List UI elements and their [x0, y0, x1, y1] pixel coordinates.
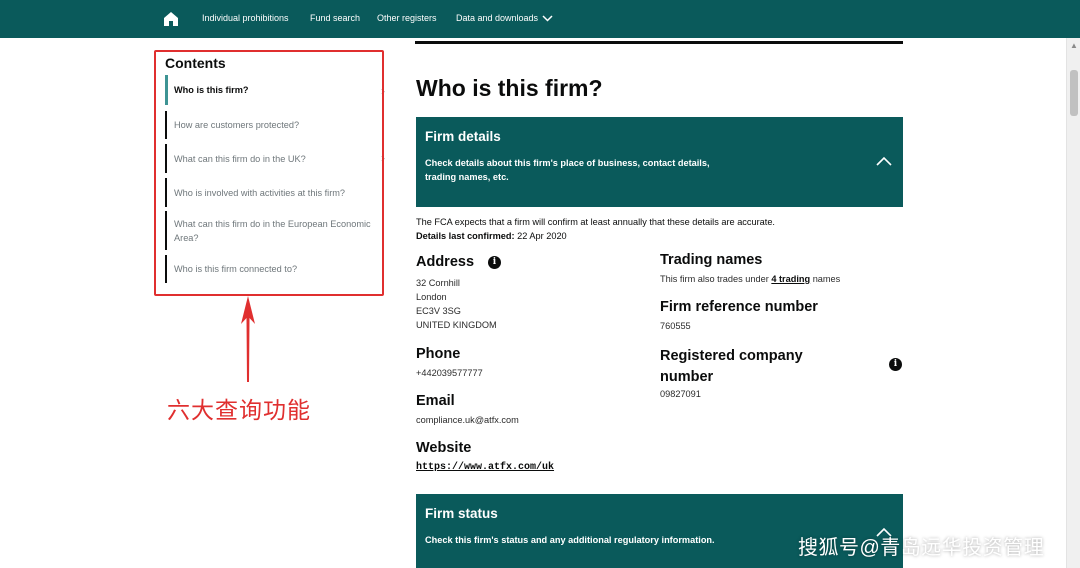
firm-details-title: Firm details: [425, 129, 501, 144]
address-line: UNITED KINGDOM: [416, 320, 497, 330]
info-icon[interactable]: i: [488, 256, 501, 269]
firm-details-desc-line: Check details about this firm's place of…: [425, 158, 710, 168]
trading-suffix: names: [812, 274, 841, 284]
address-heading: Address: [416, 254, 475, 270]
company-number-value: 09827091: [660, 389, 701, 399]
toc-european-economic-area[interactable]: What can this firm do in the European Ec…: [165, 211, 378, 250]
email-value: compliance.uk@atfx.com: [416, 415, 519, 425]
firm-status-title: Firm status: [425, 506, 498, 521]
address-line: 32 Cornhill: [416, 278, 460, 288]
firm-status-description: Check this firm's status and any additio…: [425, 535, 715, 545]
firm-details-desc-line: trading names, etc.: [425, 172, 509, 182]
chevron-up-icon[interactable]: [876, 156, 892, 166]
nav-fund-search[interactable]: Fund search: [310, 13, 360, 23]
chevron-right-icon: ›: [381, 151, 385, 165]
annotation-label: 六大查询功能: [167, 397, 311, 423]
website-link[interactable]: https://www.atfx.com/uk: [416, 462, 554, 473]
scrollbar[interactable]: ▲: [1066, 38, 1080, 568]
divider: [415, 41, 903, 44]
phone-value: +442039577777: [416, 368, 483, 378]
toc-connected-to[interactable]: Who is this firm connected to?: [165, 255, 378, 283]
confirmed-label: Details last confirmed:: [416, 231, 515, 241]
scrollbar-thumb[interactable]: [1070, 70, 1078, 116]
nav-data-and-downloads[interactable]: Data and downloads: [456, 13, 553, 23]
info-icon[interactable]: i: [889, 358, 902, 371]
company-number-heading-line: Registered company: [660, 348, 803, 364]
toc-what-can-firm-do-uk[interactable]: What can this firm do in the UK?: [165, 144, 378, 173]
nav-other-registers[interactable]: Other registers: [377, 13, 437, 23]
scroll-up-icon[interactable]: ▲: [1070, 42, 1078, 50]
top-navigation: Individual prohibitions Fund search Othe…: [0, 0, 1080, 38]
chevron-down-icon: [542, 14, 553, 22]
trading-prefix: This firm also trades under: [660, 274, 769, 284]
company-number-heading-line: number: [660, 369, 714, 385]
trading-names-heading: Trading names: [660, 252, 763, 268]
website-heading: Website: [416, 440, 472, 456]
address-line: London: [416, 292, 447, 302]
address-line: EC3V 3SG: [416, 306, 461, 316]
nav-individual-prohibitions[interactable]: Individual prohibitions: [202, 13, 289, 23]
home-icon[interactable]: [163, 11, 179, 27]
toc-customers-protected[interactable]: How are customers protected?: [165, 111, 378, 139]
nav-data-and-downloads-label: Data and downloads: [456, 13, 539, 23]
frn-heading: Firm reference number: [660, 299, 818, 315]
watermark: 搜狐号@青岛远华投资管理: [798, 537, 1045, 559]
confirmed-date: 22 Apr 2020: [517, 231, 567, 241]
trading-names-link[interactable]: 4 trading: [771, 274, 810, 284]
accuracy-note: The FCA expects that a firm will confirm…: [416, 217, 775, 227]
frn-value: 760555: [660, 321, 691, 331]
arrow-up-icon: [241, 296, 255, 382]
phone-heading: Phone: [416, 346, 461, 362]
chevron-right-icon: ›: [381, 84, 385, 98]
page-title: Who is this firm?: [416, 75, 603, 101]
email-heading: Email: [416, 393, 455, 409]
company-number-heading: Registered company number: [660, 346, 803, 388]
details-confirmed: Details last confirmed: 22 Apr 2020: [416, 231, 567, 241]
toc-who-is-involved[interactable]: Who is involved with activities at this …: [165, 178, 378, 207]
trading-names-text: This firm also trades under 4 trading na…: [660, 272, 840, 286]
address-value: 32 Cornhill London EC3V 3SG UNITED KINGD…: [416, 276, 497, 332]
toc-who-is-this-firm[interactable]: Who is this firm?: [165, 75, 378, 105]
contents-title: Contents: [165, 55, 226, 71]
firm-details-description: Check details about this firm's place of…: [425, 156, 765, 184]
firm-details-panel[interactable]: Firm details Check details about this fi…: [416, 117, 903, 207]
